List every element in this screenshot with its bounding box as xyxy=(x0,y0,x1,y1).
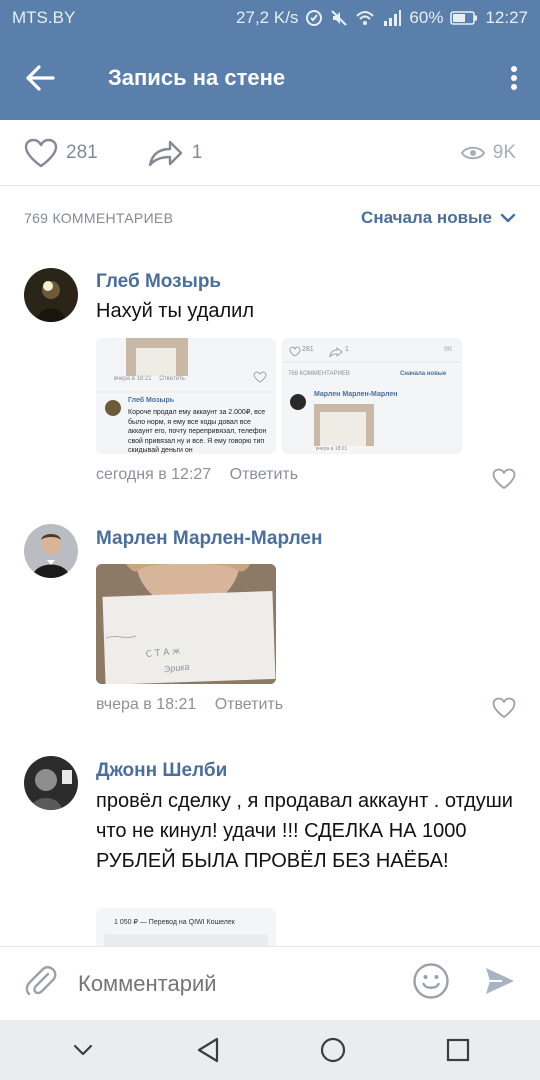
sort-dropdown[interactable]: Сначала новые xyxy=(361,208,516,228)
battery-percent: 60% xyxy=(409,8,444,27)
attachment-inner-reply: Ответить xyxy=(159,376,185,382)
comment-time: вчера в 18:21 xyxy=(96,696,197,713)
comment-meta: вчера в 18:21 Ответить xyxy=(96,696,283,714)
attachment-screenshot xyxy=(96,908,276,946)
status-indicators: 27,2 K/s 60% 12:27 xyxy=(236,8,528,28)
paperclip-icon xyxy=(25,966,57,996)
comment-like-button[interactable] xyxy=(492,468,516,490)
send-button[interactable] xyxy=(484,966,516,1001)
smiley-icon xyxy=(413,963,449,999)
nav-recents-button[interactable] xyxy=(428,1020,488,1080)
app-bar: Запись на стене xyxy=(0,36,540,120)
share-arrow-icon xyxy=(148,140,182,166)
avatar[interactable] xyxy=(24,524,78,578)
chevron-down-icon xyxy=(500,213,516,223)
reply-button[interactable]: Ответить xyxy=(215,696,283,713)
sort-label: Сначала новые xyxy=(361,208,492,227)
network-speed: 27,2 K/s xyxy=(236,8,299,27)
emoji-button[interactable] xyxy=(412,962,450,1005)
attachment-photo[interactable]: С Т А ж Эрика xyxy=(96,564,276,684)
comments-header: 769 КОММЕНТАРИЕВ Сначала новые xyxy=(0,196,540,240)
avatar[interactable] xyxy=(24,756,78,810)
views-stat: 9K xyxy=(460,141,516,164)
chevron-down-icon xyxy=(73,1044,92,1056)
comment-item: Глеб Мозырь Нахуй ты удалил вчера в 18:2… xyxy=(0,262,540,502)
like-button[interactable]: 281 xyxy=(24,138,98,168)
attachment-inner-views: 9K xyxy=(444,346,453,353)
attachment-inner-shares: 1 xyxy=(345,346,349,353)
mute-icon xyxy=(331,10,348,26)
signal-icon xyxy=(384,10,402,26)
views-count: 9K xyxy=(492,141,516,163)
page-title: Запись на стене xyxy=(108,65,286,90)
likes-count: 281 xyxy=(66,141,98,163)
comment-like-button[interactable] xyxy=(492,697,516,719)
comment-author[interactable]: Марлен Марлен-Марлен xyxy=(96,528,322,550)
share-button[interactable]: 1 xyxy=(148,139,203,167)
attachment-image[interactable]: вчера в 18:21 Ответить Глеб Мозырь Короч… xyxy=(96,338,276,454)
clock: 12:27 xyxy=(485,8,528,27)
carrier-name: MTS.BY xyxy=(12,8,76,27)
nav-hide-button[interactable] xyxy=(53,1020,113,1080)
battery-icon xyxy=(450,11,478,25)
comment-item: Джонн Шелби провёл сделку , я продавал а… xyxy=(0,752,540,946)
attachment-inner-meta: вчера в 18:21 Ответить xyxy=(114,376,185,382)
status-bar: MTS.BY 27,2 K/s 60% 12:27 xyxy=(0,0,540,36)
nav-home-button[interactable] xyxy=(303,1020,363,1080)
back-button[interactable] xyxy=(0,36,80,120)
attach-button[interactable] xyxy=(24,964,58,1003)
comment-author[interactable]: Джонн Шелби xyxy=(96,760,227,782)
wifi-icon xyxy=(356,11,375,25)
heart-icon xyxy=(492,468,516,489)
attachment-inner-count: 769 КОММЕНТАРИЕВ xyxy=(288,371,350,377)
eye-icon xyxy=(460,146,485,159)
attachment-inner-author: Глеб Мозырь xyxy=(128,397,175,404)
comment-input[interactable] xyxy=(78,970,412,997)
reply-button[interactable]: Ответить xyxy=(230,466,298,483)
avatar-image xyxy=(24,268,78,322)
triangle-back-icon xyxy=(197,1037,218,1063)
circle-home-icon xyxy=(320,1037,345,1063)
arrow-left-icon xyxy=(26,65,55,91)
comment-item: Марлен Марлен-Марлен С Т А ж Эрика вчера… xyxy=(0,520,540,730)
comments-count: 769 КОММЕНТАРИЕВ xyxy=(24,210,174,226)
comment-time: сегодня в 12:27 xyxy=(96,466,212,483)
comment-author[interactable]: Глеб Мозырь xyxy=(96,271,221,293)
shares-count: 1 xyxy=(191,141,203,163)
send-icon xyxy=(486,968,514,994)
square-recents-icon xyxy=(446,1038,469,1062)
more-options-button[interactable] xyxy=(488,36,540,120)
attachment-inner-author: Марлен Марлен-Марлен xyxy=(314,391,398,398)
attachment-inner-text: 1 050 ₽ — Перевод на QIWI Кошелек xyxy=(114,919,235,926)
attachment-image[interactable]: 281 1 9K 769 КОММЕНТАРИЕВ Сначала новые … xyxy=(282,338,462,454)
comment-composer xyxy=(0,946,540,1020)
avatar-image xyxy=(24,524,78,578)
post-stats: 281 1 9K xyxy=(0,120,540,186)
attachment-inner-likes: 281 xyxy=(302,346,314,353)
data-saver-icon xyxy=(306,10,323,26)
nav-back-button[interactable] xyxy=(178,1020,238,1080)
system-nav-bar xyxy=(0,1020,540,1080)
heart-icon xyxy=(492,697,516,718)
more-vertical-icon xyxy=(511,66,517,90)
attachment-inner-time: вчера в 18:21 xyxy=(316,446,348,452)
attachment-inner-text: Короче продал ему аккаунт за 2.000₽, все… xyxy=(128,409,267,454)
comment-meta: сегодня в 12:27 Ответить xyxy=(96,466,298,484)
screen: MTS.BY 27,2 K/s 60% 12:27 Запись на стен… xyxy=(0,0,540,1080)
avatar[interactable] xyxy=(24,268,78,322)
comment-text: Нахуй ты удалил xyxy=(96,300,255,322)
attachment-image[interactable]: 1 050 ₽ — Перевод на QIWI Кошелек xyxy=(96,908,276,946)
attachment-inner-time: вчера в 18:21 xyxy=(114,376,152,382)
attachment-inner-sort: Сначала новые xyxy=(400,371,447,377)
top-bar: MTS.BY 27,2 K/s 60% 12:27 Запись на стен… xyxy=(0,0,540,120)
avatar-image xyxy=(24,756,78,810)
heart-icon xyxy=(24,138,58,167)
comment-text: провёл сделку , я продавал аккаунт . отд… xyxy=(96,790,513,872)
